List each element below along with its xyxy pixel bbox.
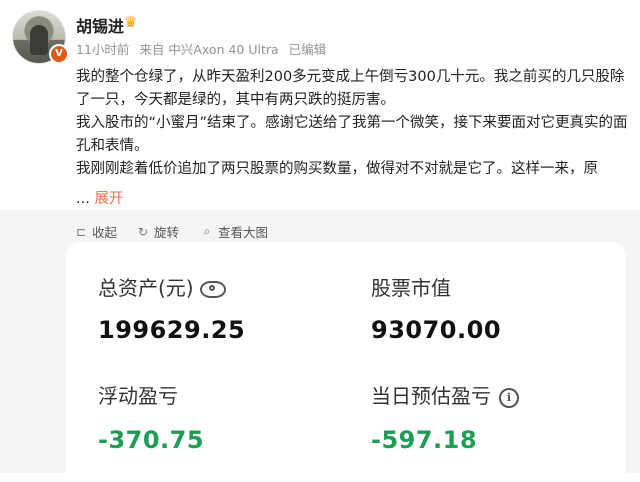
post-source: 来自 中兴Axon 40 Ultra xyxy=(139,42,279,57)
divider xyxy=(0,210,640,218)
expand-link[interactable]: 展开 xyxy=(94,191,123,207)
collapse-button[interactable]: ⊏ 收起 xyxy=(74,222,117,241)
post-edited[interactable]: 已编辑 xyxy=(289,42,327,57)
collapse-icon: ⊏ xyxy=(75,224,87,239)
daily-pl-label: 当日预估盈亏 xyxy=(371,384,491,408)
floating-pl-label: 浮动盈亏 xyxy=(98,384,178,408)
magnify-icon: ⌕ xyxy=(203,224,211,238)
stock-value-label: 股票市值 xyxy=(371,276,451,300)
daily-pl-label-row: 当日预估盈亏 i xyxy=(371,380,519,409)
eye-icon[interactable] xyxy=(199,281,226,298)
post-time[interactable]: 11小时前 xyxy=(76,42,129,57)
total-assets-label-row: 总资产(元) xyxy=(98,272,226,301)
account-card: 总资产(元) 199629.25 股票市值 93070.00 浮动盈亏 -370… xyxy=(66,242,626,482)
total-assets-label: 总资产(元) xyxy=(98,276,194,300)
post-paragraph: 我入股市的“小蜜月”结束了。感谢它送给了我第一个微笑，接下来要面对它更真实的面孔… xyxy=(76,115,628,154)
rotate-button[interactable]: ↻ 旋转 xyxy=(136,222,179,241)
daily-pl-value: -597.18 xyxy=(371,426,478,454)
total-assets-value: 199629.25 xyxy=(98,316,246,344)
post-text: 我的整个仓绿了，从昨天盈利200多元变成上午倒亏300几十元。我之前买的几只股除… xyxy=(76,66,628,181)
info-icon[interactable]: i xyxy=(499,387,519,408)
expand-row: ... 展开 xyxy=(76,187,123,208)
ellipsis: ... xyxy=(76,191,90,207)
crown-icon: ♛ xyxy=(124,13,138,31)
post-paragraph: 我刚刚趁着低价追加了两只股票的购买数量，做得对不对就是它了。这样一来，原 xyxy=(76,161,598,177)
rotate-label: 旋转 xyxy=(154,225,180,240)
view-large-label: 查看大图 xyxy=(218,225,269,240)
avatar-figure xyxy=(30,25,48,55)
collapse-label: 收起 xyxy=(92,225,118,240)
rotate-icon: ↻ xyxy=(137,224,149,239)
view-large-button[interactable]: ⌕ 查看大图 xyxy=(200,222,268,241)
username[interactable]: 胡锡进 xyxy=(76,13,124,37)
stock-value-value: 93070.00 xyxy=(371,316,502,344)
post-meta: 11小时前 来自 中兴Axon 40 Ultra 已编辑 xyxy=(76,39,332,58)
floating-pl-value: -370.75 xyxy=(98,426,205,454)
post-paragraph: 我的整个仓绿了，从昨天盈利200多元变成上午倒亏300几十元。我之前买的几只股除… xyxy=(76,69,625,108)
weibo-post: V 胡锡进 ♛ 11小时前 来自 中兴Axon 40 Ultra 已编辑 我的整… xyxy=(0,0,640,213)
image-actions-bar: ⊏ 收起 ↻ 旋转 ⌕ 查看大图 xyxy=(0,218,640,242)
v-verified-icon: V xyxy=(49,44,69,64)
post-image[interactable]: 总资产(元) 199629.25 股票市值 93070.00 浮动盈亏 -370… xyxy=(0,242,640,482)
